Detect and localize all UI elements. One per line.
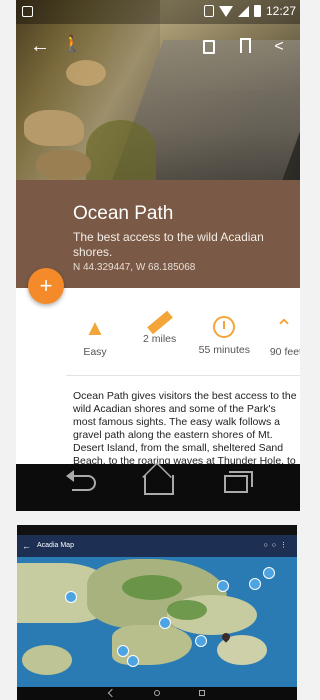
detail-screen: 12:27 ← 🚶 < Ocean Path The best access t…	[16, 0, 300, 511]
notification-icon	[22, 6, 33, 17]
hiker-difficulty-icon: ▲	[84, 315, 106, 340]
nav-recents-icon[interactable]	[224, 471, 253, 493]
place-title: Ocean Path	[73, 203, 174, 224]
stat-label: 55 minutes	[198, 344, 250, 356]
stat-label: 90 feet	[269, 346, 300, 358]
add-button[interactable]: +	[28, 268, 64, 304]
hiker-icon: 🚶	[62, 36, 82, 53]
navigation-bar	[17, 687, 297, 700]
map-marker[interactable]	[217, 580, 229, 592]
elevation-icon: ⌃	[274, 315, 294, 340]
back-arrow-icon[interactable]: ←	[30, 36, 52, 56]
stat-label: 2 miles	[143, 333, 177, 345]
park-area	[122, 575, 182, 600]
status-bar	[17, 525, 297, 535]
park-area	[167, 600, 207, 620]
nav-back-icon[interactable]	[66, 470, 96, 491]
nav-back-icon[interactable]	[107, 688, 117, 698]
wifi-icon	[218, 5, 233, 17]
vibrate-icon	[203, 5, 214, 17]
stat-elevation: ⌃ 90 feet	[260, 304, 300, 375]
map-actions[interactable]: ○○⋮	[264, 535, 291, 557]
back-arrow-icon[interactable]: ←	[22, 535, 31, 557]
place-header: Ocean Path The best access to the wild A…	[16, 180, 300, 288]
place-subtitle: The best access to the wild Acadian shor…	[73, 230, 264, 259]
nav-home-icon[interactable]	[154, 690, 160, 696]
stat-label: Easy	[83, 346, 107, 358]
map-marker[interactable]	[195, 635, 207, 647]
stat-distance: 2 miles	[131, 304, 189, 375]
stopwatch-icon	[213, 316, 236, 338]
map-marker[interactable]	[117, 645, 129, 657]
nav-recents-icon[interactable]	[199, 690, 205, 696]
map-marker[interactable]	[249, 578, 261, 590]
nav-home-icon[interactable]	[144, 475, 174, 495]
map-marker[interactable]	[159, 617, 171, 629]
place-coordinates: N 44.329447, W 68.185068	[73, 262, 196, 273]
map-screen: ← Acadia Map ○○⋮	[17, 525, 297, 700]
land-area	[22, 645, 72, 675]
status-bar: 12:27	[16, 0, 300, 24]
map-marker[interactable]	[65, 591, 77, 603]
navigation-bar	[16, 464, 300, 511]
map-title: Acadia Map	[37, 542, 74, 549]
share-icon[interactable]: <	[268, 36, 290, 58]
map-icon[interactable]	[198, 36, 220, 58]
trail-stats: ▲ Easy 2 miles 55 minutes ⌃ 90 feet	[66, 304, 300, 376]
map-marker[interactable]	[263, 567, 275, 579]
map-marker[interactable]	[127, 655, 139, 667]
stat-difficulty: ▲ Easy	[66, 304, 124, 375]
map-app-bar: ← Acadia Map ○○⋮	[17, 535, 297, 557]
hero-photo	[16, 0, 300, 180]
signal-icon	[237, 5, 249, 17]
bookmark-icon[interactable]	[234, 36, 256, 58]
action-bar: ← 🚶 <	[16, 32, 300, 60]
stat-duration: 55 minutes	[195, 304, 253, 375]
ruler-icon	[146, 310, 173, 335]
clock: 12:27	[265, 4, 296, 18]
battery-icon	[253, 5, 261, 17]
